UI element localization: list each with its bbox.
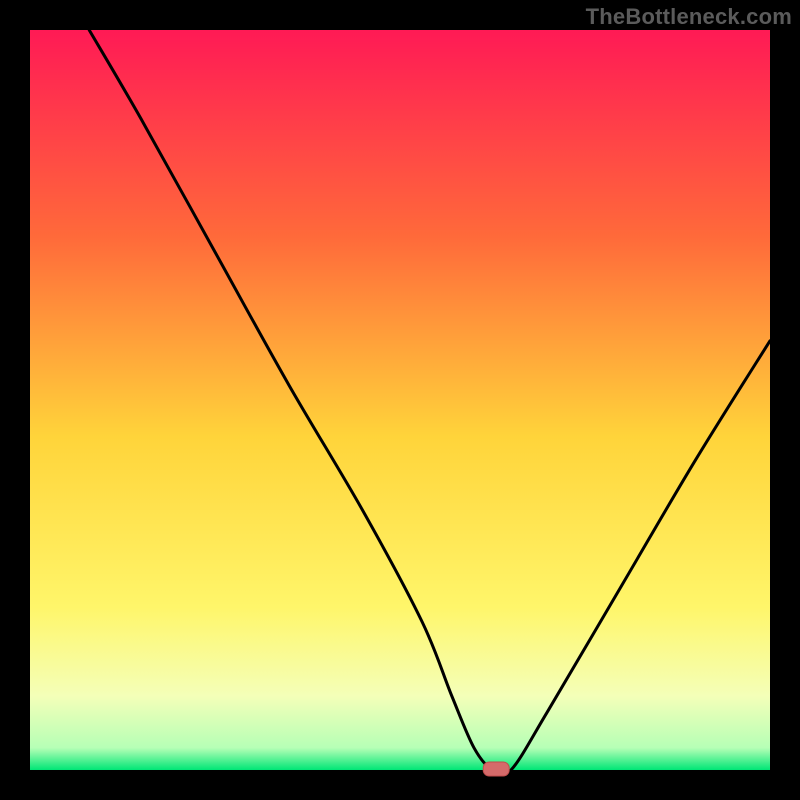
attribution-label: TheBottleneck.com [586, 4, 792, 30]
plot-area [30, 30, 770, 770]
bottleneck-chart [0, 0, 800, 800]
chart-container: TheBottleneck.com [0, 0, 800, 800]
optimal-marker [483, 762, 509, 776]
